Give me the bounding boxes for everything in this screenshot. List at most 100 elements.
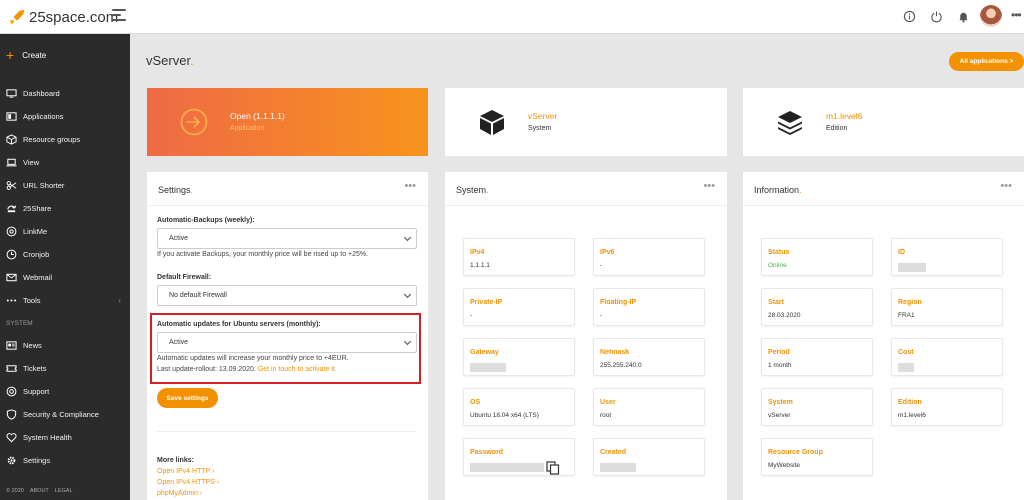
share-icon <box>7 205 17 213</box>
avatar[interactable] <box>980 5 1002 27</box>
sidebar-nav: Dashboard Applications Resource groups V… <box>0 82 130 472</box>
brand-name: 25space.com <box>29 8 119 26</box>
tile-private-ip: Private-IP - <box>463 288 575 326</box>
cube-icon <box>6 134 17 145</box>
system-section-label: SYSTEM <box>6 319 33 327</box>
application-subtitle: Application <box>230 125 265 132</box>
system-card: vServer System <box>445 88 727 156</box>
sidebar-item-cronjob[interactable]: Cronjob <box>0 243 130 266</box>
about-link[interactable]: ABOUT <box>30 488 49 494</box>
tile-password: Password <box>463 438 575 476</box>
login-arrow-icon <box>180 108 208 136</box>
sidebar-item-system-health[interactable]: System Health <box>0 426 130 449</box>
tile-period: Period 1 month <box>761 338 873 376</box>
system-card-subtitle: System <box>528 125 552 132</box>
rocket-icon <box>9 9 25 25</box>
tile-edition: Edition m1.level6 <box>891 388 1003 426</box>
sidebar-item-dashboard[interactable]: Dashboard <box>0 82 130 105</box>
backups-select[interactable]: Active <box>157 228 417 249</box>
scissors-icon <box>6 181 17 190</box>
clock-icon <box>6 249 17 260</box>
more-icon[interactable]: ••• <box>1011 8 1022 22</box>
sidebar-footer: © 2020 ABOUT LEGAL <box>6 488 79 494</box>
tile-gateway: Gateway <box>463 338 575 376</box>
tile-cost: Cost <box>891 338 1003 376</box>
layers-icon <box>778 111 802 135</box>
applications-icon <box>6 112 17 121</box>
sidebar-item-linkme[interactable]: LinkMe <box>0 220 130 243</box>
edition-card-subtitle: Edition <box>826 125 848 132</box>
all-applications-button[interactable]: All applications > <box>949 52 1024 71</box>
sidebar-item-settings[interactable]: Settings <box>0 449 130 472</box>
save-settings-button[interactable]: Save settings <box>157 388 218 408</box>
laptop-icon <box>6 158 17 167</box>
tile-id: ID <box>891 238 1003 276</box>
create-button[interactable]: + Create <box>6 47 46 63</box>
news-icon <box>6 341 17 350</box>
information-card: Information. ••• Status Online ID Start 28… <box>743 172 1024 500</box>
heart-icon <box>6 433 17 443</box>
backups-note: If you activate Backups, your monthly pr… <box>157 251 369 258</box>
top-bar: 25space.com ••• <box>0 0 1024 34</box>
settings-menu-icon[interactable]: ••• <box>404 180 416 192</box>
copyright: © 2020 <box>6 488 24 494</box>
information-menu-icon[interactable]: ••• <box>1000 180 1012 192</box>
link-phpmyadmin[interactable]: phpMyAdmin › <box>157 490 202 497</box>
chevron-left-icon[interactable]: ‹ <box>118 296 121 305</box>
tile-start: Start 28.03.2020 <box>761 288 873 326</box>
system-menu-icon[interactable]: ••• <box>703 180 715 192</box>
redacted-value <box>600 463 636 472</box>
power-icon[interactable] <box>930 10 943 23</box>
link-ipv4-http[interactable]: Open IPv4 HTTP › <box>157 468 214 475</box>
tile-created: Created <box>593 438 705 476</box>
sidebar-item-view[interactable]: View <box>0 151 130 174</box>
backups-label: Automatic-Backups (weekly): <box>157 217 255 224</box>
sidebar-item-resource-groups[interactable]: Resource groups <box>0 128 130 151</box>
system-info-card: System. ••• IPv4 1.1.1.1 IPv6- Private-IP… <box>445 172 727 500</box>
sidebar-item-security[interactable]: Security & Compliance <box>0 403 130 426</box>
gear-icon <box>7 456 16 465</box>
tile-floating-ip: Floating-IP - <box>593 288 705 326</box>
dots-icon <box>6 299 17 302</box>
sidebar-item-news[interactable]: News <box>0 334 130 357</box>
tile-status: Status Online <box>761 238 873 276</box>
settings-title: Settings. <box>158 185 194 195</box>
tile-user: User root <box>593 388 705 426</box>
edition-card-title: m1.level6 <box>826 111 863 121</box>
redacted-password <box>470 463 544 472</box>
plus-icon: + <box>6 47 15 63</box>
ticket-icon <box>6 365 17 372</box>
sidebar-item-tickets[interactable]: Tickets <box>0 357 130 380</box>
bell-icon[interactable] <box>957 10 970 23</box>
sidebar-item-webmail[interactable]: Webmail <box>0 266 130 289</box>
sidebar-item-support[interactable]: Support <box>0 380 130 403</box>
monitor-icon <box>6 89 17 98</box>
brand-logo[interactable]: 25space.com <box>8 8 118 26</box>
page-title: vServer. <box>146 53 194 68</box>
menu-toggle-icon[interactable] <box>112 9 126 23</box>
system-card-title: vServer <box>528 111 558 121</box>
sidebar-item-applications[interactable]: Applications <box>0 105 130 128</box>
sidebar-item-tools[interactable]: Tools ‹ <box>0 289 130 312</box>
sidebar-item-url-shorter[interactable]: URL Shorter <box>0 174 130 197</box>
legal-link[interactable]: LEGAL <box>55 488 73 494</box>
shield-icon <box>6 409 17 420</box>
at-icon <box>6 226 17 237</box>
link-ipv4-https[interactable]: Open IPv4 HTTPS › <box>157 479 219 486</box>
firewall-select[interactable]: No default Firewall <box>157 285 417 306</box>
redacted-value <box>898 263 926 272</box>
application-title: Open (1.1.1.1) <box>230 111 285 121</box>
sidebar-item-25share[interactable]: 25Share <box>0 197 130 220</box>
redacted-value <box>470 363 506 372</box>
more-links-label: More links: <box>157 457 194 464</box>
application-card[interactable]: Open (1.1.1.1) Application <box>147 88 428 156</box>
tile-os: OS Ubuntu 18.04 x64 (LTS) <box>463 388 575 426</box>
edition-card: m1.level6 Edition <box>743 88 1024 156</box>
redacted-value <box>898 363 914 372</box>
tile-ipv4: IPv4 1.1.1.1 <box>463 238 575 276</box>
tile-region: Region FRA1 <box>891 288 1003 326</box>
system-title: System. <box>456 185 489 195</box>
sidebar: + Create Dashboard Applications Resource … <box>0 34 130 500</box>
info-icon[interactable] <box>903 10 916 23</box>
copy-icon[interactable] <box>546 461 560 475</box>
